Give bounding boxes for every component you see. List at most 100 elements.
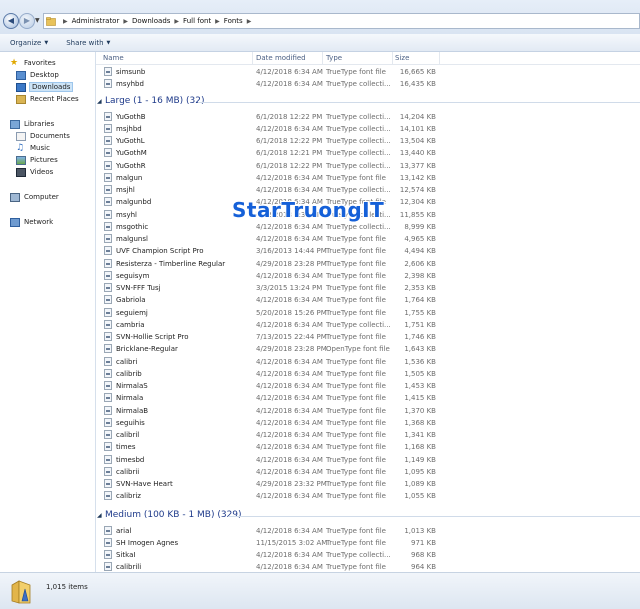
column-divider[interactable] bbox=[439, 52, 440, 64]
file-row[interactable]: YuGothR 6/1/2018 12:22 PM TrueType collect… bbox=[96, 160, 640, 172]
file-row[interactable]: Nirmala 4/12/2018 6:34 AM TrueType font fi… bbox=[96, 392, 640, 404]
column-divider[interactable] bbox=[392, 52, 393, 64]
file-row[interactable]: YuGothM 6/1/2018 12:21 PM TrueType collect… bbox=[96, 147, 640, 159]
file-name: seguiemj bbox=[116, 308, 148, 317]
file-type: TrueType collecti... bbox=[326, 161, 391, 170]
file-type: TrueType font file bbox=[326, 308, 386, 317]
file-date-modified: 4/12/2018 6:34 AM bbox=[256, 186, 323, 194]
file-row[interactable]: calibrib 4/12/2018 6:34 AM TrueType font f… bbox=[96, 368, 640, 380]
file-row[interactable]: msgothic 4/12/2018 6:34 AM TrueType collec… bbox=[96, 221, 640, 233]
file-row[interactable]: seguisym 4/12/2018 6:34 AM TrueType font f… bbox=[96, 270, 640, 282]
file-row[interactable]: SitkaI 4/12/2018 6:34 AM TrueType collecti… bbox=[96, 549, 640, 561]
group-header-large[interactable]: ◢ Large (1 - 16 MB) (32) bbox=[96, 96, 640, 108]
file-date-modified: 6/1/2018 12:22 PM bbox=[256, 161, 323, 170]
file-row[interactable]: arial 4/12/2018 6:34 AM TrueType font file… bbox=[96, 525, 640, 537]
file-row[interactable]: msjhl 4/12/2018 6:34 AM TrueType collecti.… bbox=[96, 184, 640, 196]
file-name: times bbox=[116, 443, 136, 452]
file-date-modified: 3/3/2015 13:24 PM bbox=[256, 284, 323, 292]
file-row[interactable]: calibri 4/12/2018 6:34 AM TrueType font fi… bbox=[96, 356, 640, 368]
file-row[interactable]: malgunsl 4/12/2018 6:34 AM TrueType font f… bbox=[96, 233, 640, 245]
breadcrumb[interactable]: ▶ Administrator ▶ Downloads ▶ Full font … bbox=[43, 13, 640, 29]
file-type: TrueType font file bbox=[326, 406, 386, 415]
organize-menu-button[interactable]: Organize ▼ bbox=[10, 39, 48, 47]
file-row[interactable]: YuGothL 6/1/2018 12:22 PM TrueType collect… bbox=[96, 135, 640, 147]
file-date-modified: 4/12/2018 6:34 AM bbox=[256, 222, 323, 231]
breadcrumb-separator-icon[interactable]: ▶ bbox=[174, 18, 179, 25]
file-date-modified: 4/12/2018 6:34 AM bbox=[256, 296, 323, 305]
file-name: calibril bbox=[116, 431, 140, 439]
file-row[interactable]: seguiemj 5/20/2018 15:26 PM TrueType font … bbox=[96, 307, 640, 319]
file-row[interactable]: calibril 4/12/2018 6:34 AM TrueType font f… bbox=[96, 429, 640, 441]
breadcrumb-separator-icon: ▶ bbox=[63, 17, 68, 25]
file-row[interactable]: SVN-FFF Tusj 3/3/2015 13:24 PM TrueType fo… bbox=[96, 282, 640, 294]
back-arrow-icon: ◀ bbox=[7, 16, 15, 25]
file-row[interactable]: SH Imogen Agnes 11/15/2015 3:02 AM TrueTyp… bbox=[96, 537, 640, 549]
file-row[interactable]: timesbd 4/12/2018 6:34 AM TrueType font fi… bbox=[96, 454, 640, 466]
nav-item-libraries[interactable]: Libraries bbox=[10, 118, 105, 130]
file-name: Nirmala bbox=[116, 394, 144, 403]
file-date-modified: 4/12/2018 6:34 AM bbox=[256, 526, 323, 535]
recent-pages-dropdown-icon[interactable]: ▼ bbox=[35, 17, 40, 24]
column-divider[interactable] bbox=[252, 52, 253, 64]
file-name: YuGothL bbox=[116, 137, 145, 145]
file-row[interactable]: Bricklane-Regular 4/29/2018 23:28 PM OpenT… bbox=[96, 343, 640, 355]
font-file-icon bbox=[104, 466, 112, 476]
file-row[interactable]: Resisterza - Timberline Regular 4/29/2018… bbox=[96, 258, 640, 270]
file-name: msgothic bbox=[116, 222, 149, 231]
file-size: 1,415 KB bbox=[404, 394, 436, 403]
chevron-down-icon: ▼ bbox=[44, 39, 49, 46]
nav-item-network[interactable]: Network bbox=[10, 216, 105, 228]
column-header-date-modified[interactable]: Date modified bbox=[256, 54, 306, 62]
back-button[interactable]: ◀ bbox=[3, 13, 19, 29]
breadcrumb-separator-icon[interactable]: ▶ bbox=[247, 18, 252, 25]
file-name: calibri bbox=[116, 357, 138, 366]
file-date-modified: 4/12/2018 6:34 AM bbox=[256, 406, 323, 415]
breadcrumb-administrator[interactable]: Administrator bbox=[72, 17, 120, 25]
file-row[interactable]: msyhbd 4/12/2018 6:34 AM TrueType collecti… bbox=[96, 78, 640, 90]
file-size: 13,504 KB bbox=[399, 137, 436, 145]
file-row[interactable]: YuGothB 6/1/2018 12:22 PM TrueType collect… bbox=[96, 111, 640, 123]
file-row[interactable]: times 4/12/2018 6:34 AM TrueType font file… bbox=[96, 441, 640, 453]
file-row[interactable]: seguihis 4/12/2018 6:34 AM TrueType font f… bbox=[96, 417, 640, 429]
file-row[interactable]: calibriz 4/12/2018 6:34 AM TrueType font f… bbox=[96, 490, 640, 502]
file-size: 1,095 KB bbox=[404, 467, 436, 476]
share-with-menu-button[interactable]: Share with ▼ bbox=[66, 39, 110, 47]
font-file-icon bbox=[104, 430, 112, 439]
file-name: seguisym bbox=[116, 271, 150, 280]
collapse-chevron-icon[interactable]: ◢ bbox=[97, 512, 102, 519]
file-row[interactable]: malgun 4/12/2018 6:34 AM TrueType font fil… bbox=[96, 172, 640, 184]
breadcrumb-full-font[interactable]: Full font bbox=[183, 17, 211, 25]
breadcrumb-downloads[interactable]: Downloads bbox=[132, 17, 170, 25]
file-size: 16,665 KB bbox=[399, 68, 436, 76]
nav-item-computer[interactable]: Computer bbox=[10, 191, 105, 203]
collapse-chevron-icon[interactable]: ◢ bbox=[97, 98, 102, 105]
file-row[interactable]: SVN-Hollie Script Pro 7/13/2015 22:44 PM T… bbox=[96, 331, 640, 343]
file-row[interactable]: simsunb 4/12/2018 6:34 AM TrueType font fi… bbox=[96, 66, 640, 78]
nav-item-favorites[interactable]: ★ Favorites bbox=[10, 57, 105, 69]
forward-button[interactable]: ▶ bbox=[19, 13, 35, 29]
file-row[interactable]: UVF Champion Script Pro 3/16/2013 14:44 P… bbox=[96, 245, 640, 257]
font-file-icon bbox=[104, 319, 112, 329]
breadcrumb-separator-icon[interactable]: ▶ bbox=[123, 18, 128, 25]
file-size: 1,013 KB bbox=[404, 526, 436, 535]
column-divider[interactable] bbox=[322, 52, 323, 64]
column-header-name[interactable]: Name bbox=[103, 54, 124, 62]
breadcrumb-separator-icon[interactable]: ▶ bbox=[215, 18, 220, 25]
file-row[interactable]: Gabriola 4/12/2018 6:34 AM TrueType font f… bbox=[96, 294, 640, 306]
group-header-medium[interactable]: ◢ Medium (100 KB - 1 MB) (329) bbox=[96, 510, 640, 522]
file-row[interactable]: cambria 4/12/2018 6:34 AM TrueType collect… bbox=[96, 319, 640, 331]
column-header-size[interactable]: Size bbox=[395, 54, 409, 62]
column-header-type[interactable]: Type bbox=[326, 54, 342, 62]
file-size: 14,204 KB bbox=[399, 112, 436, 121]
file-row[interactable]: NirmalaS 4/12/2018 6:34 AM TrueType font f… bbox=[96, 380, 640, 392]
file-size: 1,751 KB bbox=[404, 320, 436, 329]
file-size: 12,574 KB bbox=[399, 186, 436, 194]
breadcrumb-fonts[interactable]: Fonts bbox=[224, 17, 243, 25]
file-type: TrueType collecti... bbox=[326, 80, 391, 89]
file-row[interactable]: SVN-Have Heart 4/29/2018 23:32 PM TrueType… bbox=[96, 478, 640, 490]
file-row[interactable]: NirmalaB 4/12/2018 6:34 AM TrueType font f… bbox=[96, 405, 640, 417]
file-row[interactable]: calibrii 4/12/2018 6:34 AM TrueType font f… bbox=[96, 466, 640, 478]
libraries-icon bbox=[10, 119, 20, 129]
file-type: TrueType collecti... bbox=[326, 186, 391, 194]
file-row[interactable]: msjhbd 4/12/2018 6:34 AM TrueType collecti… bbox=[96, 123, 640, 135]
